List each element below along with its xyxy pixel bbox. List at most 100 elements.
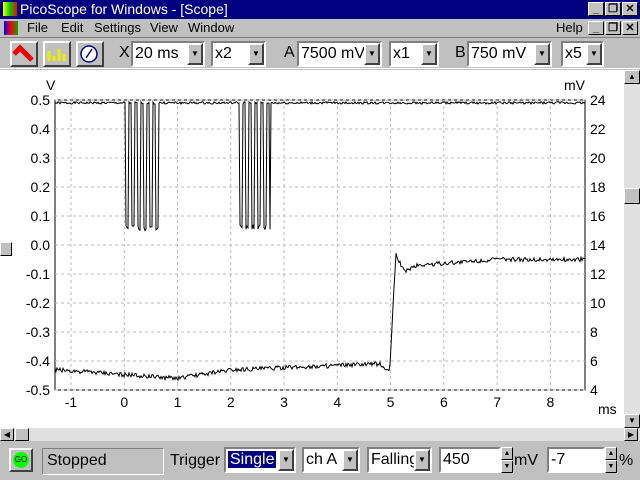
scope-mode-button[interactable]	[10, 41, 38, 67]
y-tick-label-right: 18	[590, 179, 606, 195]
restore-button[interactable]: ❐	[605, 2, 621, 16]
chevron-down-icon[interactable]: ▼	[364, 43, 380, 65]
y-tick-label-right: 8	[590, 324, 598, 340]
trigger-mode-select[interactable]: Single ▼	[224, 447, 296, 473]
y-tick-label-right: 10	[590, 295, 606, 311]
channel-b-multiplier-value: x5	[565, 45, 582, 62]
vertical-scroll-thumb[interactable]	[624, 188, 640, 204]
trigger-mode-value: Single	[228, 451, 277, 468]
y-tick-label: 0.4	[31, 121, 51, 137]
channel-b-multiplier-select[interactable]: x5 ▼	[561, 41, 604, 67]
x-axis-label: ms	[598, 401, 617, 417]
y-tick-label: 0.1	[31, 208, 51, 224]
y-tick-label: -0.5	[26, 382, 50, 398]
x-tick-label: 6	[440, 394, 448, 410]
chevron-down-icon[interactable]: ▼	[414, 449, 430, 471]
menu-settings[interactable]: Settings	[94, 20, 141, 35]
trigger-delay-value: -7	[551, 451, 566, 468]
timebase-value: 20 ms	[135, 45, 179, 62]
trigger-delay-input[interactable]: -7	[547, 447, 605, 473]
y-tick-label-right: 12	[590, 266, 606, 282]
chevron-down-icon[interactable]: ▼	[278, 449, 294, 471]
x-tick-label: 0	[120, 394, 128, 410]
scroll-left-arrow[interactable]: ◀	[0, 428, 14, 441]
y-tick-label: 0.2	[31, 179, 51, 195]
trigger-level-input[interactable]: 450	[439, 447, 501, 473]
channel-b-range-select[interactable]: 750 mV ▼	[467, 41, 552, 67]
app-icon	[3, 2, 17, 16]
go-button[interactable]: GO	[9, 448, 33, 472]
vertical-scrollbar[interactable]: ▲ ▼	[624, 70, 640, 428]
x-tick-label: 8	[546, 394, 554, 410]
y-tick-label-right: 22	[590, 121, 606, 137]
trigger-level-handle[interactable]	[0, 242, 12, 256]
channel-a-range-select[interactable]: 7500 mV ▼	[297, 41, 382, 67]
doc-close-button[interactable]: ✕	[622, 21, 638, 35]
menu-file[interactable]: File	[27, 20, 48, 35]
y-axis-label-right: mV	[564, 77, 586, 93]
channel-a-multiplier-value: x1	[393, 45, 410, 62]
y-tick-label: 0.5	[31, 92, 51, 108]
x-tick-label: 2	[227, 394, 235, 410]
b-label: B	[455, 44, 466, 61]
window-title: PicoScope for Windows - [Scope]	[20, 1, 228, 17]
trigger-channel-value: ch A	[306, 451, 338, 468]
y-axis-label-left: V	[46, 77, 56, 93]
scope-chart: 0.5 240.4 220.3 200.2 180.1 160.0 14-0.1 12-0.2…	[26, 77, 617, 417]
y-tick-label: -0.4	[26, 353, 50, 369]
horizontal-scrollbar[interactable]: ◀ ▶	[0, 428, 640, 441]
x-tick-label: 7	[493, 394, 501, 410]
channel-a-multiplier-select[interactable]: x1 ▼	[389, 41, 439, 67]
x-multiplier-select[interactable]: x2 ▼	[211, 41, 266, 67]
trigger-edge-select[interactable]: Falling ▼	[367, 447, 432, 473]
go-icon: GO	[13, 452, 29, 468]
timebase-select[interactable]: 20 ms ▼	[131, 41, 205, 67]
y-tick-label: -0.3	[26, 324, 50, 340]
trigger-level-value: 450	[443, 451, 470, 468]
scroll-right-arrow[interactable]: ▶	[624, 428, 638, 441]
menu-window[interactable]: Window	[188, 20, 234, 35]
channel-b-range-value: 750 mV	[471, 45, 527, 62]
x-label: X	[119, 44, 130, 61]
menu-edit[interactable]: Edit	[61, 20, 83, 35]
menu-view[interactable]: View	[150, 20, 178, 35]
trigger-delay-spinner[interactable]: ▲ ▼	[605, 447, 617, 473]
trigger-label: Trigger	[170, 452, 221, 469]
trigger-edge-value: Falling	[371, 451, 419, 468]
horizontal-scroll-thumb[interactable]	[15, 428, 29, 441]
channel-a-trace	[54, 100, 586, 232]
scroll-up-arrow[interactable]: ▲	[624, 70, 640, 84]
chevron-down-icon[interactable]: ▼	[586, 43, 602, 65]
doc-restore-button[interactable]: ❐	[605, 21, 621, 35]
delay-unit: %	[619, 452, 634, 469]
status-text: Stopped	[42, 448, 164, 475]
x-tick-label: 1	[174, 394, 182, 410]
y-tick-label-right: 4	[590, 382, 598, 398]
channel-a-range-value: 7500 mV	[301, 45, 366, 62]
trigger-level-spinner[interactable]: ▲ ▼	[501, 447, 513, 473]
doc-minimize-button[interactable]: _	[588, 21, 604, 35]
status-bar: GO Stopped Trigger Single ▼ ch A ▼ Falling…	[0, 441, 640, 480]
document-icon	[4, 21, 18, 35]
chevron-down-icon[interactable]: ▼	[534, 43, 550, 65]
y-tick-label-right: 6	[590, 353, 598, 369]
meter-mode-button[interactable]	[76, 41, 104, 67]
chevron-down-icon[interactable]: ▼	[342, 449, 358, 471]
y-tick-label-right: 24	[590, 92, 606, 108]
chevron-down-icon[interactable]: ▼	[248, 43, 264, 65]
title-bar: PicoScope for Windows - [Scope] _ ❐ ✕	[0, 0, 640, 19]
menu-help[interactable]: Help	[556, 20, 583, 35]
trigger-channel-select[interactable]: ch A ▼	[302, 447, 360, 473]
x-tick-label: -1	[65, 394, 78, 410]
chevron-down-icon[interactable]: ▼	[421, 43, 437, 65]
y-tick-label: 0.0	[31, 237, 51, 253]
menu-bar: File Edit Settings View Window Help _ ❐ …	[0, 19, 640, 37]
minimize-button[interactable]: _	[588, 2, 604, 16]
level-unit: mV	[514, 452, 538, 469]
scroll-down-arrow[interactable]: ▼	[624, 414, 640, 428]
spectrum-mode-button[interactable]	[43, 41, 71, 67]
x-tick-label: 4	[333, 394, 341, 410]
chevron-down-icon[interactable]: ▼	[187, 43, 203, 65]
y-tick-label: -0.1	[26, 266, 50, 282]
close-button[interactable]: ✕	[622, 2, 638, 16]
